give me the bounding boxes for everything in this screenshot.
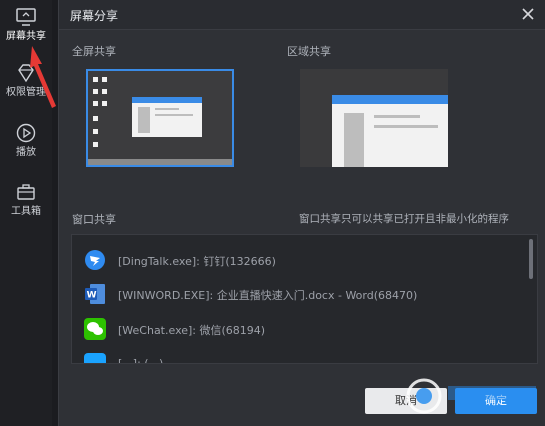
list-item-text: [DingTalk.exe]: 钉钉(132666) [118,255,276,268]
svg-text:W: W [87,291,97,301]
list-item[interactable]: [WeChat.exe]: 微信(68194) [72,312,532,345]
sidebar-item-label: 工具箱 [11,206,41,217]
list-item-text: [WINWORD.EXE]: 企业直播快速入门.docx - Word(6847… [118,289,418,302]
window-share-hint: 窗口共享只可以共享已打开且非最小化的程序 [299,213,509,225]
annotation-arrow-icon [30,46,56,108]
monitor-icon [16,8,36,26]
play-icon [16,123,36,143]
sidebar-item-toolbox[interactable]: 工具箱 [0,175,52,231]
ok-button[interactable]: 确定 [455,388,537,414]
full-screen-label: 全屏共享 [72,45,116,58]
sidebar-item-label: 屏幕共享 [6,31,46,42]
app-icon [84,353,106,363]
list-item-text: [WeChat.exe]: 微信(68194) [118,324,266,337]
region-share-option[interactable] [300,69,448,167]
desktop-preview-icon [88,71,232,165]
dialog-titlebar: 屏幕分享 [59,0,545,30]
list-item[interactable]: [...]: (...) [72,347,532,364]
list-item-text: [...]: (...) [118,357,164,364]
wechat-icon [84,318,106,340]
list-item[interactable]: [DingTalk.exe]: 钉钉(132666) [72,243,532,276]
list-item[interactable]: W [WINWORD.EXE]: 企业直播快速入门.docx - Word(68… [72,277,532,310]
close-icon[interactable] [520,6,536,22]
word-icon: W [85,284,105,304]
window-share-label: 窗口共享 [72,213,116,226]
full-screen-option[interactable] [86,69,234,167]
sidebar-item-play[interactable]: 播放 [0,116,52,172]
dingtalk-icon [85,250,105,270]
sidebar-item-label: 播放 [16,147,36,158]
dialog-title: 屏幕分享 [70,9,119,23]
region-share-label: 区域共享 [287,45,331,58]
window-list[interactable]: [DingTalk.exe]: 钉钉(132666) W [WINWORD.EX… [71,234,538,364]
region-preview-icon [300,69,448,167]
screen-share-dialog: 屏幕分享 全屏共享 区域共享 窗口共享 窗口共享只可以共享已打开且非最小化的程序… [58,0,545,426]
toolbox-icon [17,184,35,200]
scrollbar[interactable] [529,239,533,279]
cancel-button[interactable]: 取消 [365,388,447,414]
